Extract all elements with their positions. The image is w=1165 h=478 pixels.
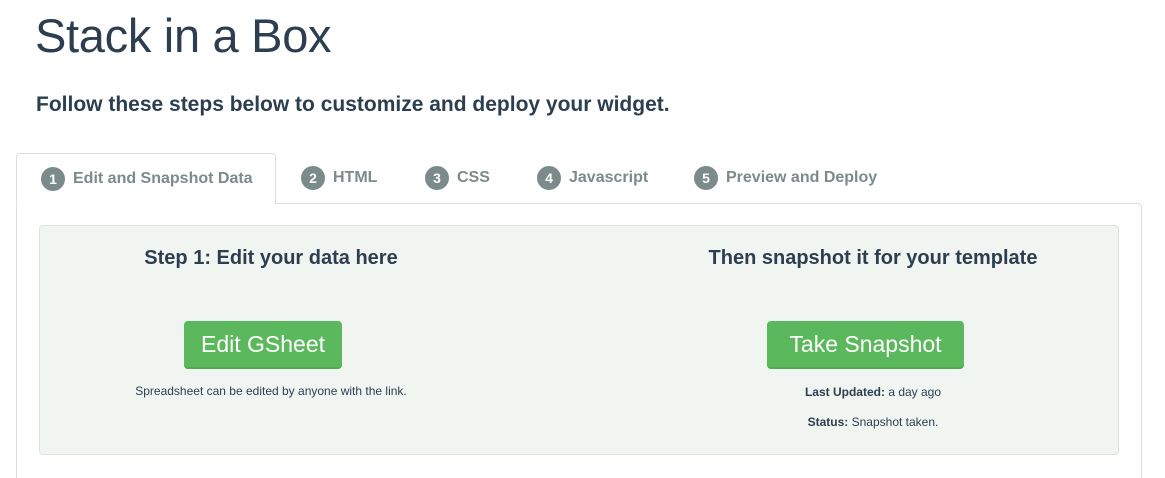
tab-label: CSS [457,169,490,186]
step-number-badge: 5 [694,166,718,190]
step-number-badge: 2 [301,166,325,190]
tab-preview-and-deploy[interactable]: 5 Preview and Deploy [694,153,877,203]
tab-label: HTML [333,169,378,186]
step1-well: Step 1: Edit your data here Edit GSheet … [39,225,1119,455]
tab-label: Preview and Deploy [726,169,878,186]
page-title: Stack in a Box [35,9,332,62]
tab-label: Javascript [569,169,649,186]
snapshot-column: Then snapshot it for your template Take … [580,226,1165,454]
step-number-badge: 3 [425,166,449,190]
step-tabs: 1 Edit and Snapshot Data 2 HTML 3 CSS 4 … [16,153,1142,205]
step-number-badge: 1 [41,167,65,191]
tab-label: Edit and Snapshot Data [73,170,253,187]
status-value: Snapshot taken. [848,415,939,429]
step-number-badge: 4 [537,166,561,190]
tab-panel: Step 1: Edit your data here Edit GSheet … [16,203,1142,478]
page-subtitle: Follow these steps below to customize an… [36,93,670,116]
take-snapshot-button[interactable]: Take Snapshot [767,321,964,367]
status-label: Status: [807,415,849,429]
status-text: Status: Snapshot taken. [580,414,1165,430]
last-updated-label: Last Updated: [804,385,885,399]
edit-data-heading: Step 1: Edit your data here [144,247,398,269]
tab-javascript[interactable]: 4 Javascript [537,153,648,203]
tab-css[interactable]: 3 CSS [425,153,490,203]
spreadsheet-note: Spreadsheet can be edited by anyone with… [135,384,407,398]
snapshot-heading: Then snapshot it for your template [708,247,1038,269]
tab-edit-and-snapshot-data[interactable]: 1 Edit and Snapshot Data [16,153,276,205]
last-updated-value: a day ago [884,385,942,399]
edit-gsheet-button[interactable]: Edit GSheet [184,321,342,367]
last-updated-text: Last Updated: a day ago [580,384,1165,400]
tab-html[interactable]: 2 HTML [301,153,377,203]
edit-data-column: Step 1: Edit your data here Edit GSheet … [40,226,502,454]
page: Stack in a Box Follow these steps below … [0,0,1165,478]
